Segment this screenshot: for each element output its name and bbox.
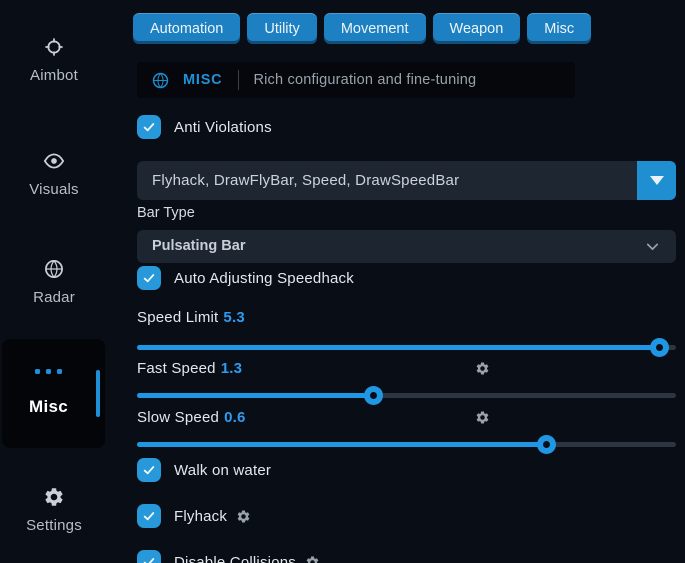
category-tabs: Automation Utility Movement Weapon Misc (133, 13, 591, 44)
slider-handle[interactable] (650, 338, 669, 357)
checkbox-label: Flyhack (174, 508, 227, 525)
multiselect-dropdown-button[interactable] (637, 161, 676, 200)
gear-icon (43, 486, 65, 508)
globe-icon (43, 258, 65, 280)
checkbox-label: Anti Violations (174, 119, 272, 136)
slow-speed-value: 0.6 (224, 409, 245, 426)
checkbox-label: Auto Adjusting Speedhack (174, 270, 354, 287)
check-icon (141, 554, 157, 563)
chevron-down-icon (643, 237, 662, 256)
checkbox-checked-icon[interactable] (137, 458, 161, 482)
check-icon (141, 270, 157, 286)
tab-weapon[interactable]: Weapon (433, 13, 521, 44)
checkbox-checked-icon[interactable] (137, 504, 161, 528)
section-subtitle: Rich configuration and fine-tuning (253, 72, 476, 88)
checkbox-checked-icon[interactable] (137, 115, 161, 139)
slider-handle[interactable] (364, 386, 383, 405)
tab-automation[interactable]: Automation (133, 13, 240, 44)
tab-misc[interactable]: Misc (527, 13, 591, 44)
fast-speed-label: Fast Speed1.3 (137, 360, 242, 377)
sidebar-item-label: Visuals (29, 181, 78, 198)
sidebar-item-aimbot[interactable]: Aimbot (0, 36, 108, 84)
bar-type-dropdown[interactable]: Pulsating Bar (137, 230, 676, 263)
checkbox-disable-collisions[interactable]: Disable Collisions (137, 549, 320, 563)
crosshair-icon (43, 36, 65, 58)
checkbox-flyhack[interactable]: Flyhack (137, 503, 251, 529)
section-title: MISC (183, 72, 222, 88)
fast-speed-gear-icon[interactable] (475, 361, 490, 376)
checkbox-auto-adjusting-speedhack[interactable]: Auto Adjusting Speedhack (137, 265, 354, 291)
checkbox-label: Walk on water (174, 462, 271, 479)
sidebar: Aimbot Visuals Radar Misc Settings (0, 0, 112, 563)
ellipsis-icon (2, 369, 95, 374)
sidebar-item-label: Misc (2, 397, 95, 417)
checkbox-checked-icon[interactable] (137, 550, 161, 563)
checkbox-checked-icon[interactable] (137, 266, 161, 290)
sidebar-item-visuals[interactable]: Visuals (0, 150, 108, 198)
check-icon (141, 508, 157, 524)
disable-collisions-gear-icon[interactable] (305, 555, 320, 563)
fast-speed-value: 1.3 (221, 360, 242, 377)
slow-speed-gear-icon[interactable] (475, 410, 490, 425)
slider-fill (137, 442, 547, 447)
sidebar-item-radar[interactable]: Radar (0, 258, 108, 306)
globe-icon (151, 71, 170, 90)
speed-limit-slider[interactable] (137, 338, 676, 357)
slider-fill (137, 393, 374, 398)
cheat-menu-window: Aimbot Visuals Radar Misc Settings Autom… (0, 0, 685, 563)
sidebar-item-label: Aimbot (30, 67, 78, 84)
fast-speed-slider[interactable] (137, 386, 676, 405)
section-header: MISC Rich configuration and fine-tuning (137, 62, 575, 98)
sidebar-item-label: Radar (33, 289, 75, 306)
divider (238, 70, 239, 90)
tab-movement[interactable]: Movement (324, 13, 426, 44)
slow-speed-slider[interactable] (137, 435, 676, 454)
dropdown-value: Pulsating Bar (152, 230, 245, 263)
slider-fill (137, 345, 660, 350)
checkbox-label: Disable Collisions (174, 554, 296, 563)
slider-handle[interactable] (537, 435, 556, 454)
check-icon (141, 119, 157, 135)
triangle-down-icon (650, 176, 664, 185)
bar-type-label: Bar Type (137, 205, 195, 221)
slow-speed-label: Slow Speed0.6 (137, 409, 246, 426)
tab-utility[interactable]: Utility (247, 13, 316, 44)
eye-icon (43, 150, 65, 172)
check-icon (141, 462, 157, 478)
speed-limit-value: 5.3 (223, 309, 244, 326)
speed-limit-label: Speed Limit5.3 (137, 309, 245, 326)
checkbox-walk-on-water[interactable]: Walk on water (137, 457, 271, 483)
active-indicator-bar (96, 370, 100, 417)
bars-multiselect[interactable]: Flyhack, DrawFlyBar, Speed, DrawSpeedBar (137, 161, 676, 200)
sidebar-item-misc-selected[interactable]: Misc (2, 339, 105, 448)
main-panel: Automation Utility Movement Weapon Misc … (137, 0, 676, 563)
multiselect-value: Flyhack, DrawFlyBar, Speed, DrawSpeedBar (152, 161, 459, 200)
sidebar-item-label: Settings (26, 517, 82, 534)
sidebar-item-settings[interactable]: Settings (0, 486, 108, 534)
flyhack-gear-icon[interactable] (236, 509, 251, 524)
checkbox-anti-violations[interactable]: Anti Violations (137, 114, 272, 140)
